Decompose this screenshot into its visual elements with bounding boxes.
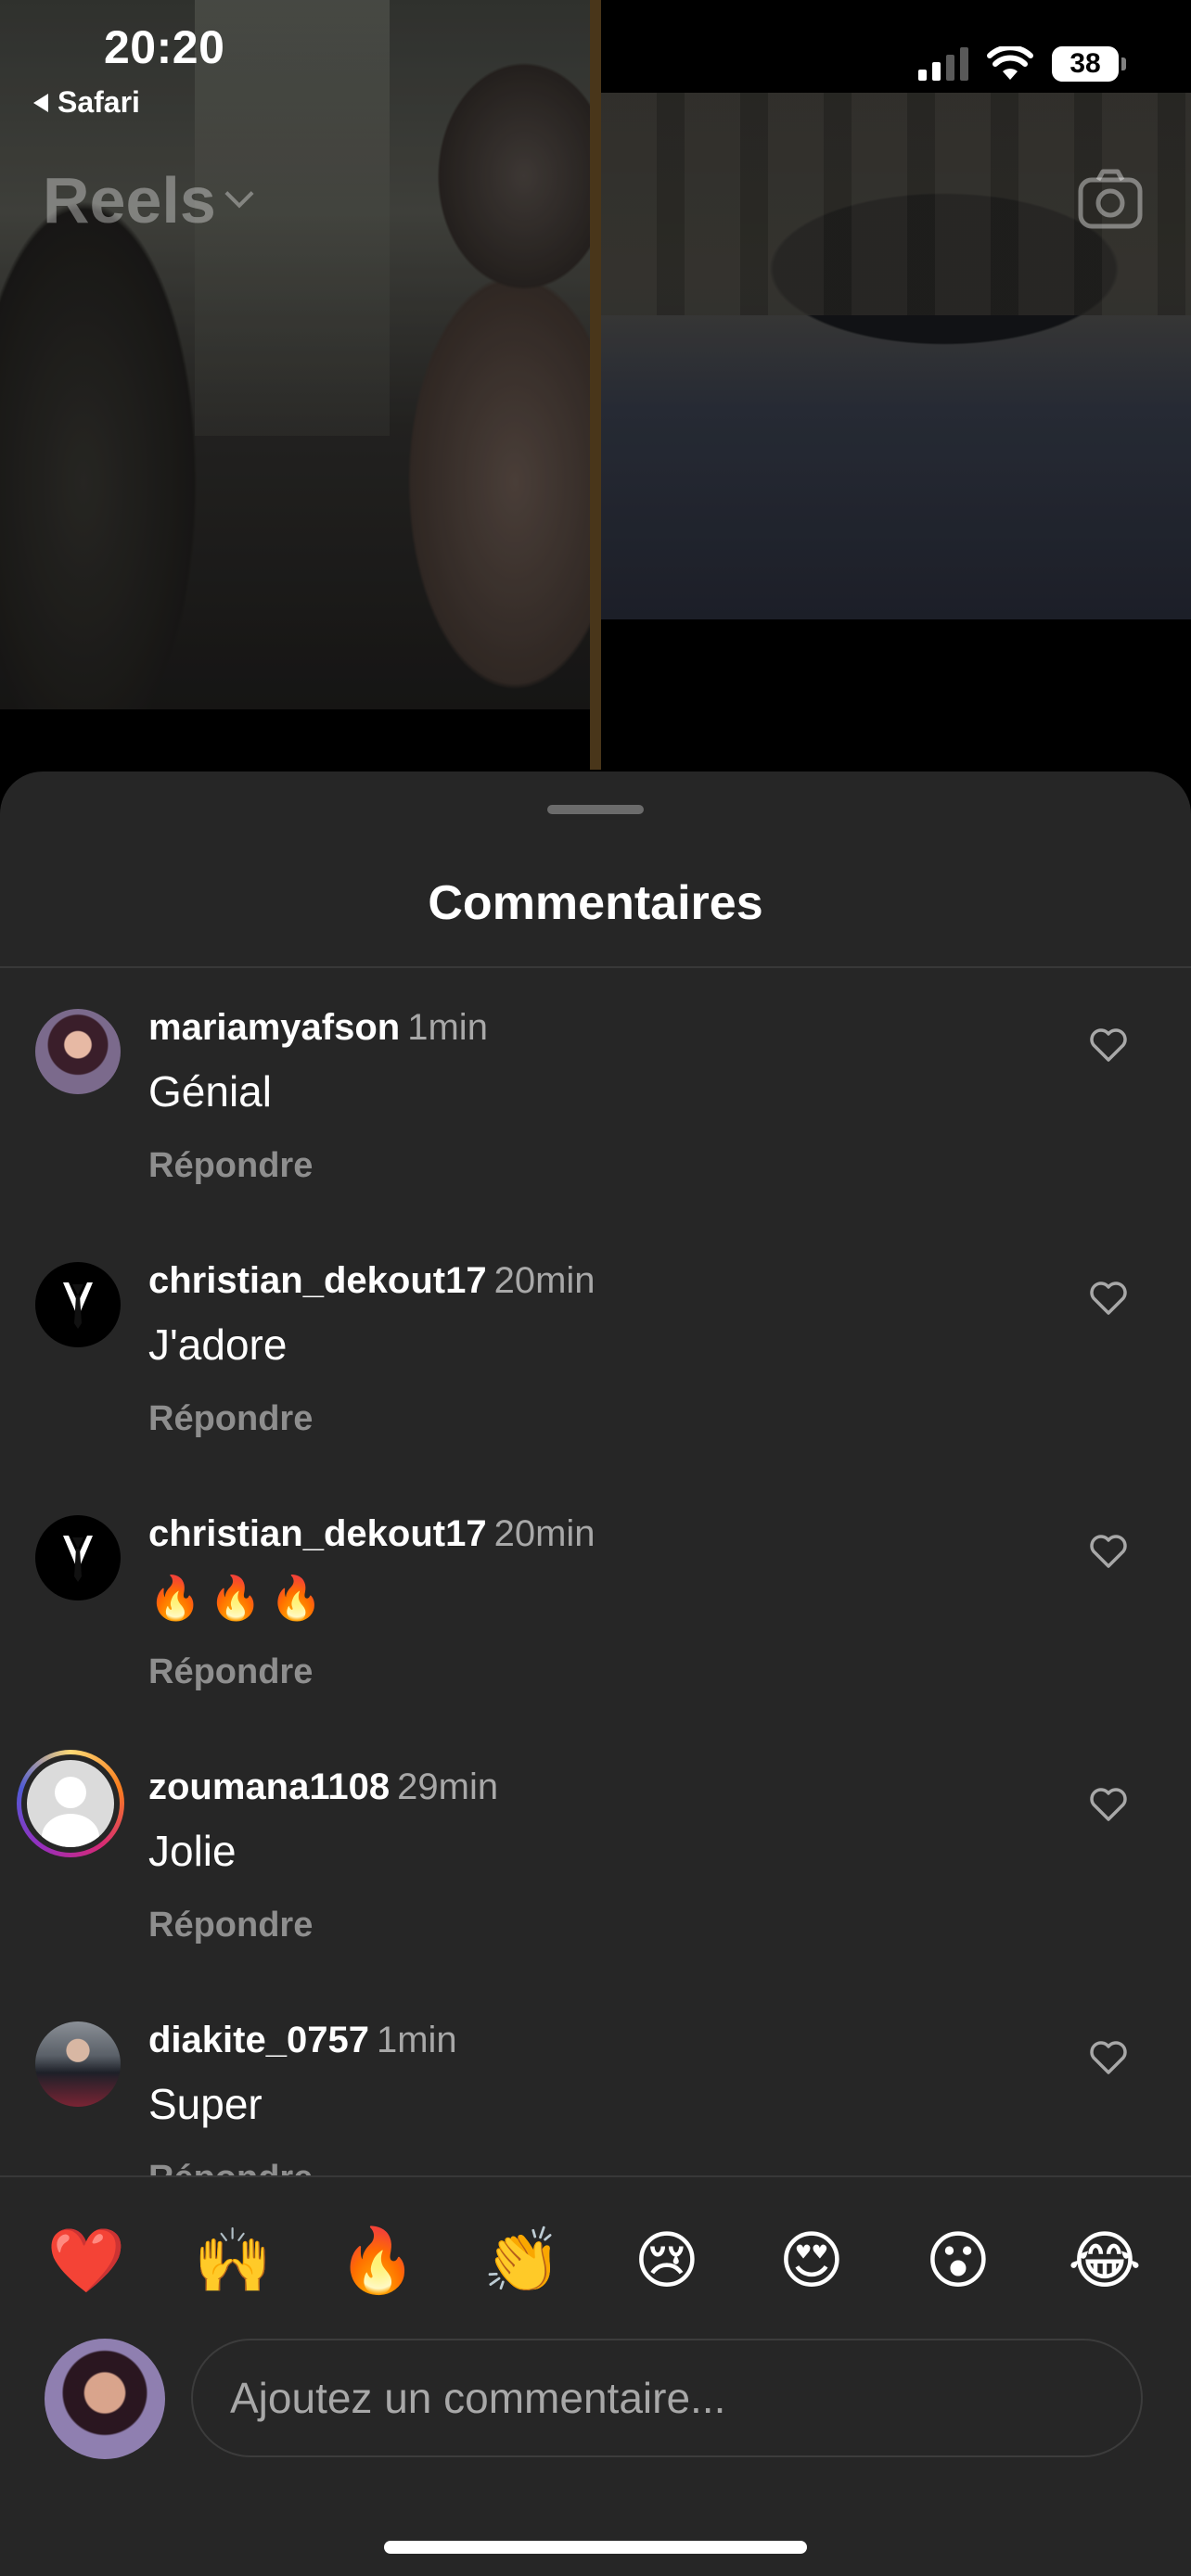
- reels-title-label: Reels: [43, 164, 216, 236]
- quick-reactions-bar: ❤️ 🙌 🔥 👏 😢 😍 😮 😂: [0, 2211, 1191, 2313]
- status-indicators: 38: [918, 46, 1126, 82]
- comment-input[interactable]: Ajoutez un commentaire...: [191, 2339, 1143, 2457]
- comment-item: diakite_07571min Super Répondre: [0, 1981, 1191, 2175]
- comment-time: 29min: [397, 1766, 499, 1807]
- comment-username[interactable]: zoumana1108: [148, 1766, 390, 1807]
- reaction-crying[interactable]: 😢: [616, 2211, 718, 2313]
- sheet-title: Commentaires: [428, 876, 763, 930]
- comment-header: christian_dekout17 20min: [148, 1513, 596, 1555]
- comment-item: christian_dekout17 20min J'adore Répondre: [0, 1221, 1191, 1474]
- chevron-down-icon: [224, 179, 254, 209]
- divider: [0, 2175, 1191, 2177]
- heart-icon[interactable]: [1089, 1027, 1128, 1063]
- avatar[interactable]: [35, 1262, 121, 1347]
- comment-text: 🔥🔥🔥: [148, 1573, 330, 1623]
- reply-button[interactable]: Répondre: [148, 1906, 313, 1945]
- comment-header: zoumana1108 29min: [148, 1766, 498, 1808]
- camera-icon[interactable]: [1076, 165, 1145, 234]
- tuxedo-avatar-icon: [63, 1282, 93, 1329]
- home-indicator[interactable]: [384, 2541, 807, 2554]
- comment-item: christian_dekout17 20min 🔥🔥🔥 Répondre: [0, 1474, 1191, 1728]
- avatar[interactable]: [35, 1009, 121, 1094]
- my-avatar[interactable]: [45, 2339, 165, 2459]
- reply-button[interactable]: Répondre: [148, 1652, 313, 1692]
- comment-time: 1min: [376, 2020, 457, 2060]
- comment-time: 20min: [493, 1513, 596, 1554]
- back-arrow-icon: [33, 93, 48, 112]
- tuxedo-avatar-icon: [63, 1536, 93, 1582]
- cellular-signal-icon: [918, 47, 968, 81]
- comment-text: Génial: [148, 1067, 272, 1116]
- comment-username[interactable]: mariamyafson: [148, 1007, 400, 1048]
- reaction-heart[interactable]: ❤️: [35, 2211, 137, 2313]
- reels-title[interactable]: Reels: [43, 163, 254, 237]
- reply-button[interactable]: Répondre: [148, 2159, 313, 2175]
- avatar[interactable]: [17, 1750, 124, 1857]
- heart-icon[interactable]: [1089, 1281, 1128, 1316]
- comment-text: Super: [148, 2080, 263, 2128]
- comment-username[interactable]: christian_dekout17: [148, 1513, 487, 1554]
- avatar[interactable]: [35, 2021, 121, 2107]
- reaction-raised-hands[interactable]: 🙌: [182, 2211, 284, 2313]
- reaction-fire[interactable]: 🔥: [327, 2211, 429, 2313]
- comment-item: zoumana1108 29min Jolie Répondre: [0, 1728, 1191, 1981]
- comment-text: J'adore: [148, 1320, 288, 1369]
- reaction-clap[interactable]: 👏: [471, 2211, 573, 2313]
- comment-username[interactable]: christian_dekout17: [148, 1260, 487, 1301]
- comment-header: christian_dekout17 20min: [148, 1260, 596, 1302]
- comment-text: Jolie: [148, 1827, 237, 1875]
- comment-header: mariamyafson 1min: [148, 1007, 488, 1049]
- reply-button[interactable]: Répondre: [148, 1399, 313, 1439]
- wifi-icon: [987, 46, 1033, 80]
- comment-item: mariamyafson 1min Génial Répondre: [0, 968, 1191, 1221]
- sheet-grabber[interactable]: [547, 805, 644, 814]
- comment-username[interactable]: diakite_0757: [148, 2020, 369, 2060]
- comment-time: 1min: [407, 1007, 488, 1048]
- heart-icon[interactable]: [1089, 1534, 1128, 1569]
- comment-list[interactable]: mariamyafson 1min Génial Répondre christi…: [0, 968, 1191, 2175]
- reaction-surprised[interactable]: 😮: [907, 2211, 1009, 2313]
- reaction-laughing[interactable]: 😂: [1054, 2211, 1156, 2313]
- comment-header: diakite_0757 1min: [148, 2020, 457, 2061]
- video-dim-overlay: [0, 0, 1191, 779]
- comment-time: 20min: [493, 1260, 596, 1301]
- back-app-label: Safari: [58, 85, 140, 119]
- reply-button[interactable]: Répondre: [148, 1146, 313, 1186]
- heart-icon[interactable]: [1089, 2040, 1128, 2075]
- avatar[interactable]: [35, 1515, 121, 1600]
- battery-indicator: 38: [1052, 46, 1126, 82]
- comment-input-placeholder: Ajoutez un commentaire...: [230, 2374, 726, 2422]
- reaction-heart-eyes[interactable]: 😍: [761, 2211, 863, 2313]
- status-time: 20:20: [104, 21, 225, 73]
- reels-video-background[interactable]: [0, 0, 1191, 779]
- heart-icon[interactable]: [1089, 1787, 1128, 1822]
- back-to-safari[interactable]: Safari: [33, 85, 140, 120]
- comments-sheet: Commentaires mariamyafson 1min Génial Rép…: [0, 772, 1191, 2576]
